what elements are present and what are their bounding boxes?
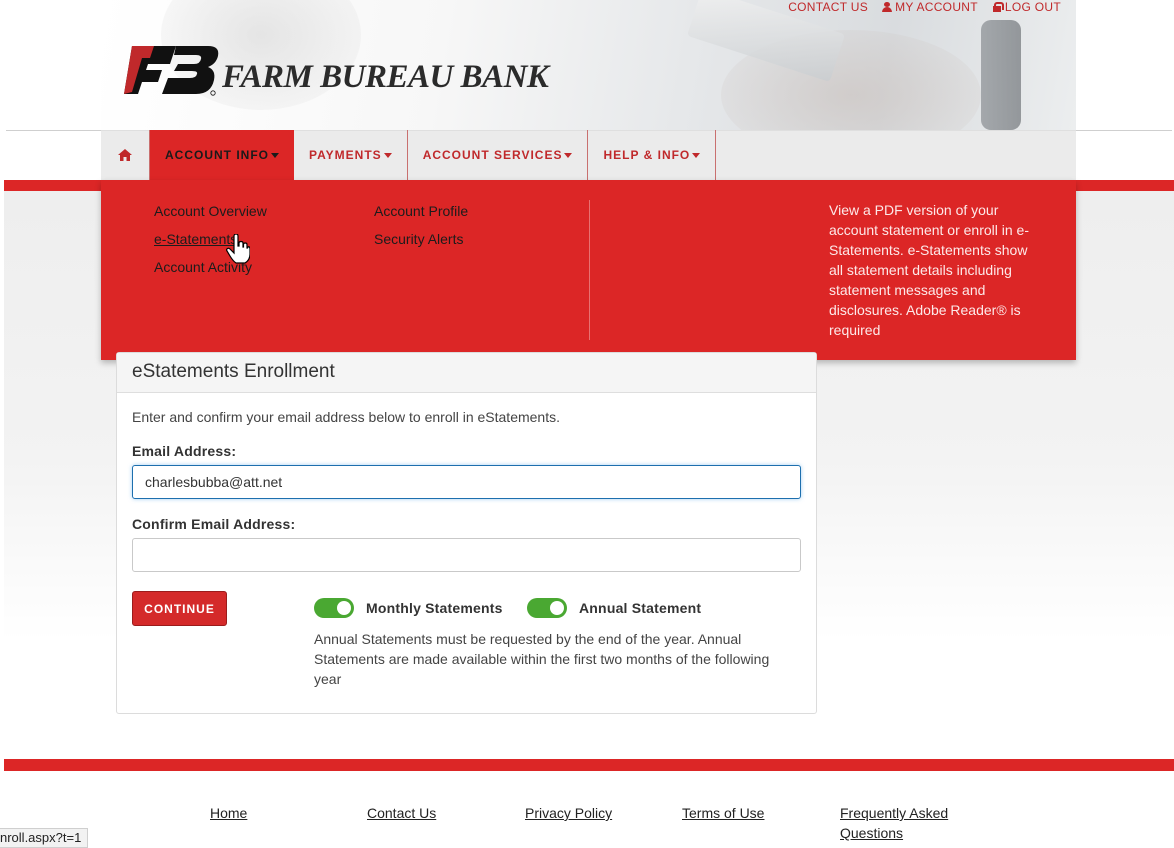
nav-home[interactable] bbox=[101, 130, 150, 180]
main-nav: ACCOUNT INFO PAYMENTS ACCOUNT SERVICES H… bbox=[101, 130, 1076, 180]
panel-body: Enter and confirm your email address bel… bbox=[132, 409, 802, 572]
hand-cursor-icon bbox=[226, 234, 250, 264]
monthly-statements-toggle[interactable] bbox=[314, 598, 354, 618]
panel-title: eStatements Enrollment bbox=[132, 361, 335, 382]
nav-payments[interactable]: PAYMENTS bbox=[294, 130, 408, 180]
dropdown-divider bbox=[589, 200, 590, 340]
footer-band bbox=[4, 759, 1174, 771]
bank-name: FARM BUREAU BANK bbox=[222, 59, 549, 95]
menu-account-profile[interactable]: Account Profile bbox=[374, 202, 468, 220]
caret-down-icon bbox=[564, 152, 573, 158]
panel-header: eStatements Enrollment bbox=[117, 353, 816, 393]
dropdown-column-2: Account Profile Security Alerts bbox=[374, 202, 468, 248]
nav-account-services[interactable]: ACCOUNT SERVICES bbox=[408, 130, 589, 180]
nav-account-info[interactable]: ACCOUNT INFO bbox=[150, 130, 294, 180]
status-bar-url: nroll.aspx?t=1 bbox=[0, 828, 89, 848]
footer-link-home[interactable]: Home bbox=[210, 803, 247, 823]
enrollment-panel: eStatements Enrollment Enter and confirm… bbox=[116, 352, 817, 714]
annual-statement-note: Annual Statements must be requested by t… bbox=[314, 631, 770, 687]
log-out-link[interactable]: LOG OUT bbox=[992, 0, 1061, 14]
footer-link-faq[interactable]: Frequently Asked Questions bbox=[840, 803, 970, 843]
footer-link-contact-us[interactable]: Contact Us bbox=[367, 803, 436, 823]
annual-statement-toggle[interactable] bbox=[527, 598, 567, 618]
nav-help-info[interactable]: HELP & INFO bbox=[588, 130, 717, 180]
bank-logo[interactable]: FARM BUREAU BANK bbox=[124, 44, 549, 96]
footer-link-privacy-policy[interactable]: Privacy Policy bbox=[525, 803, 612, 823]
user-icon bbox=[882, 2, 893, 12]
monthly-statements-label: Monthly Statements bbox=[366, 600, 503, 616]
fb-logo-icon bbox=[124, 46, 219, 96]
email-field[interactable] bbox=[132, 465, 801, 499]
account-info-dropdown: Account Overview e-Statements Account Ac… bbox=[101, 180, 1076, 360]
confirm-email-field[interactable] bbox=[132, 538, 801, 572]
contact-us-link[interactable]: CONTACT US bbox=[788, 0, 868, 14]
continue-button[interactable]: CONTINUE bbox=[132, 591, 227, 626]
top-links: CONTACT US MY ACCOUNT LOG OUT bbox=[788, 0, 1061, 14]
my-account-link[interactable]: MY ACCOUNT bbox=[882, 0, 978, 14]
menu-security-alerts[interactable]: Security Alerts bbox=[374, 230, 468, 248]
caret-down-icon bbox=[271, 152, 279, 158]
menu-description: View a PDF version of your account state… bbox=[829, 202, 1029, 338]
annual-statement-label: Annual Statement bbox=[579, 600, 702, 616]
home-icon bbox=[118, 149, 132, 161]
email-label: Email Address: bbox=[132, 443, 237, 459]
caret-down-icon bbox=[383, 152, 392, 158]
footer-link-terms-of-use[interactable]: Terms of Use bbox=[682, 803, 764, 823]
caret-down-icon bbox=[692, 152, 701, 158]
lock-icon bbox=[992, 2, 1004, 12]
intro-text: Enter and confirm your email address bel… bbox=[132, 409, 560, 425]
menu-account-overview[interactable]: Account Overview bbox=[154, 202, 267, 220]
confirm-email-label: Confirm Email Address: bbox=[132, 516, 296, 532]
